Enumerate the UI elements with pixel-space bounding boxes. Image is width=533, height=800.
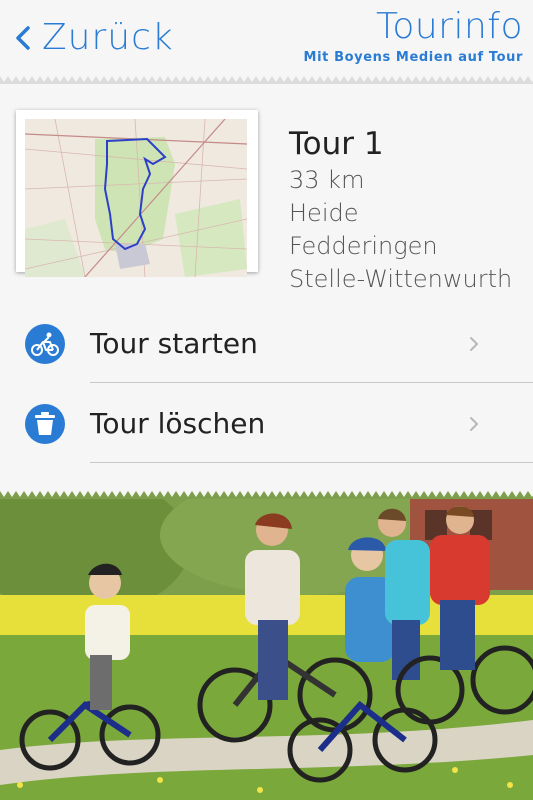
- page-subtitle: Mit Boyens Medien auf Tour: [303, 50, 523, 65]
- title-block: Tourinfo Mit Boyens Medien auf Tour: [304, 6, 523, 65]
- back-button[interactable]: Zurück: [10, 18, 174, 58]
- tour-distance: 33 km: [289, 166, 365, 194]
- family-cycling-photo: [0, 495, 533, 800]
- chevron-right-icon: [470, 417, 478, 431]
- chevron-right-icon: [470, 337, 478, 351]
- header-zigzag-divider: [0, 76, 533, 84]
- delete-tour-button[interactable]: Tour löschen: [0, 385, 533, 463]
- map-image: [25, 119, 247, 277]
- tour-stop: Fedderingen: [289, 232, 438, 260]
- trash-icon: [25, 404, 65, 444]
- photo-zigzag-divider: [0, 491, 533, 499]
- app-header: Zurück Tourinfo Mit Boyens Medien auf To…: [0, 0, 533, 80]
- tour-stop: Stelle-Wittenwurth: [289, 265, 513, 293]
- start-tour-label: Tour starten: [90, 327, 258, 360]
- tour-stop: Heide: [289, 199, 359, 227]
- chevron-left-icon: [16, 26, 30, 50]
- tour-card: Tour 1 33 km Heide Fedderingen Stelle-Wi…: [0, 86, 533, 306]
- divider: [90, 462, 533, 463]
- start-tour-button[interactable]: Tour starten: [0, 305, 533, 383]
- tour-info: Tour 1 33 km Heide Fedderingen Stelle-Wi…: [289, 124, 512, 296]
- tour-map-thumbnail[interactable]: [16, 110, 258, 277]
- divider: [90, 382, 533, 383]
- bicycle-icon: [25, 324, 65, 364]
- back-label: Zurück: [42, 17, 174, 58]
- page-title: Tourinfo: [375, 6, 523, 47]
- tour-name: Tour 1: [289, 126, 384, 162]
- delete-tour-label: Tour löschen: [90, 407, 266, 440]
